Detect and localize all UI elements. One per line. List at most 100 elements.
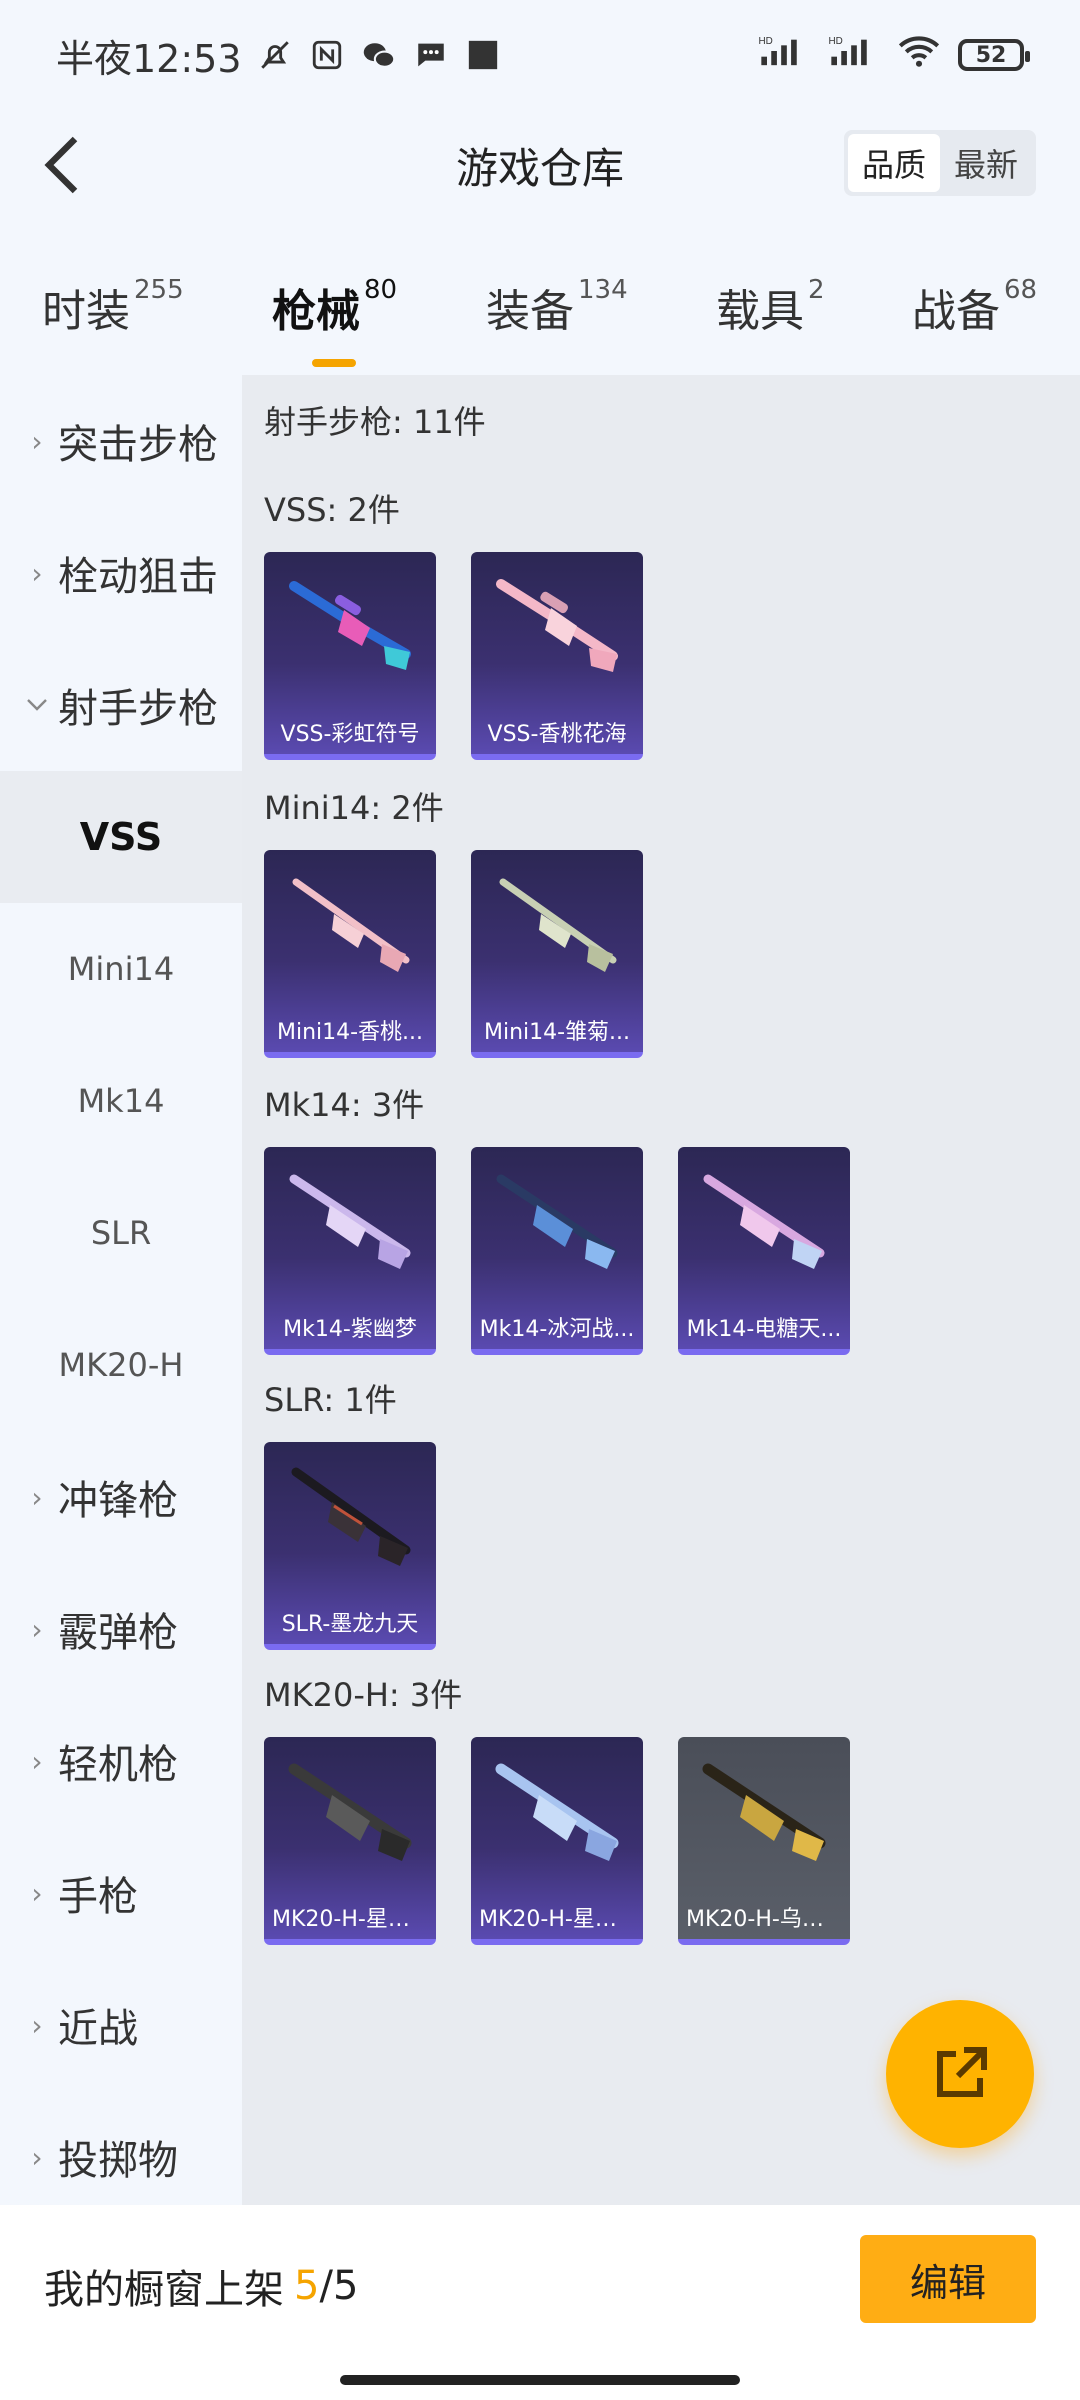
wechat-icon <box>360 36 398 74</box>
rifle-icon <box>496 579 618 672</box>
tab-vehicles[interactable]: 载具 2 <box>716 275 825 339</box>
sidebar-sub-mini14[interactable]: Mini14 <box>0 903 242 1035</box>
page-title: 游戏仓库 <box>455 143 624 193</box>
status-bar: 半夜12:53 HD HD 52 <box>0 0 1080 110</box>
group-title-mini14: Mini14: 2件 <box>264 789 444 827</box>
sidebar-item-bolt-sniper[interactable]: › 栓动狙击 <box>0 507 242 639</box>
svg-text:HD: HD <box>759 36 773 47</box>
tab-fashion[interactable]: 时装 255 <box>42 275 184 339</box>
skin-card[interactable]: SLR-墨龙九天 <box>264 1442 436 1650</box>
chevron-right-icon: › <box>31 2008 43 2042</box>
showcase-current-count: 5 <box>294 2263 320 2309</box>
sidebar-item-label: 霰弹枪 <box>58 1610 178 1656</box>
skin-card[interactable]: VSS-彩虹符号 <box>264 552 436 760</box>
sidebar-item-marksman-rifle[interactable]: 射手步枪 <box>0 639 242 771</box>
tab-guns[interactable]: 枪械 80 <box>272 275 397 367</box>
sidebar-sub-slr[interactable]: SLR <box>0 1167 242 1299</box>
sidebar-item-melee[interactable]: › 近战 <box>0 1959 242 2091</box>
chevron-right-icon: › <box>31 1744 43 1778</box>
signal-hd-icon: HD <box>758 33 810 77</box>
chevron-right-icon: › <box>31 1612 43 1646</box>
rifle-icon <box>289 581 411 670</box>
chevron-right-icon: › <box>31 1480 43 1514</box>
skin-card[interactable]: Mk14-电糖天... <box>678 1147 850 1355</box>
sidebar-item-shotgun[interactable]: › 霰弹枪 <box>0 1563 242 1695</box>
nfc-icon <box>308 36 346 74</box>
chevron-right-icon: › <box>31 1876 43 1910</box>
category-summary: 射手步枪: 11件 <box>264 403 486 441</box>
sidebar-sub-mk20h[interactable]: MK20-H <box>0 1299 242 1431</box>
skin-card[interactable]: MK20-H-乌木... <box>678 1737 850 1945</box>
tab-label: 装备 <box>486 286 574 337</box>
sidebar-item-label: 手枪 <box>58 1874 138 1920</box>
sidebar-item-pistol[interactable]: › 手枪 <box>0 1827 242 1959</box>
sidebar-sub-vss[interactable]: VSS <box>0 771 242 903</box>
sidebar-item-throwable[interactable]: › 投掷物 <box>0 2091 242 2223</box>
status-left: 半夜12:53 <box>56 28 502 83</box>
app-square-icon <box>464 36 502 74</box>
skin-card[interactable]: VSS-香桃花海 <box>471 552 643 760</box>
group-title-mk14: Mk14: 3件 <box>264 1086 425 1124</box>
share-icon <box>937 2047 987 2097</box>
skin-name: VSS-彩虹符号 <box>280 722 420 747</box>
skin-name: MK20-H-乌木... <box>686 1907 845 1932</box>
skin-card[interactable]: Mk14-紫幽梦 <box>264 1147 436 1355</box>
skin-name: Mk14-紫幽梦 <box>283 1317 417 1342</box>
showcase-separator: / <box>319 2263 333 2309</box>
skin-card[interactable]: Mk14-冰河战... <box>471 1147 643 1355</box>
sidebar-item-label: 冲锋枪 <box>58 1478 178 1524</box>
skin-card[interactable]: MK20-H-星梦... <box>471 1737 643 1945</box>
svg-text:HD: HD <box>829 36 843 47</box>
group-title-slr: SLR: 1件 <box>264 1381 397 1419</box>
skin-name: Mini14-香桃... <box>276 1020 424 1045</box>
chevron-right-icon: › <box>31 556 43 590</box>
tab-label: 时装 <box>42 286 130 337</box>
chevron-right-icon: › <box>31 424 43 458</box>
group-title-vss: VSS: 2件 <box>264 491 400 529</box>
showcase-label: 我的橱窗上架 <box>44 2267 284 2313</box>
sort-toggle: 品质 最新 <box>843 130 1036 196</box>
rifle-icon <box>702 1763 826 1861</box>
sidebar-item-label: 突击步枪 <box>58 422 218 468</box>
sidebar-item-assault-rifle[interactable]: › 突击步枪 <box>0 375 242 507</box>
sidebar-item-label: 射手步枪 <box>58 686 218 732</box>
tab-count: 255 <box>134 275 184 305</box>
weapon-type-sidebar: › 突击步枪 › 栓动狙击 射手步枪 VSS Mini14 Mk14 SLR M… <box>0 375 242 2205</box>
sidebar-item-label: 轻机枪 <box>58 1742 178 1788</box>
tab-count: 2 <box>808 275 825 305</box>
sidebar-sub-mk14[interactable]: Mk14 <box>0 1035 242 1167</box>
back-button[interactable] <box>28 132 94 198</box>
skin-card[interactable]: Mini14-雏菊... <box>471 850 643 1058</box>
message-icon <box>412 36 450 74</box>
skin-name: VSS-香桃花海 <box>487 722 627 747</box>
share-button[interactable] <box>886 2000 1034 2148</box>
rifle-icon <box>499 878 617 972</box>
sidebar-item-smg[interactable]: › 冲锋枪 <box>0 1431 242 1563</box>
skin-card[interactable]: Mini14-香桃... <box>264 850 436 1058</box>
header: 游戏仓库 品质 最新 <box>0 110 1080 220</box>
home-indicator[interactable] <box>340 2375 740 2385</box>
edit-button[interactable]: 编辑 <box>860 2235 1036 2323</box>
sidebar-item-label: 栓动狙击 <box>58 554 218 600</box>
chevron-down-icon <box>22 698 52 712</box>
rifle-icon <box>291 1467 411 1566</box>
rifle-icon <box>703 1174 825 1269</box>
showcase-total-count: 5 <box>332 2263 359 2309</box>
tab-label: 载具 <box>716 286 804 337</box>
skin-name: Mini14-雏菊... <box>483 1020 631 1045</box>
sidebar-item-lmg[interactable]: › 轻机枪 <box>0 1695 242 1827</box>
battery-indicator: 52 <box>958 39 1030 71</box>
rifle-icon <box>495 1763 619 1861</box>
chevron-right-icon: › <box>31 2140 43 2174</box>
rifle-icon <box>288 1763 412 1861</box>
tab-equipment[interactable]: 装备 134 <box>486 275 628 339</box>
sidebar-item-label: 投掷物 <box>58 2138 178 2184</box>
sort-quality-button[interactable]: 品质 <box>847 134 940 192</box>
rifle-icon <box>292 878 410 972</box>
sort-newest-button[interactable]: 最新 <box>940 134 1032 192</box>
tab-combat-gear[interactable]: 战备 68 <box>912 275 1037 339</box>
skin-card[interactable]: MK20-H-星途... <box>264 1737 436 1945</box>
tab-count: 134 <box>578 275 628 305</box>
status-right: HD HD 52 <box>758 33 1030 77</box>
mute-bell-icon <box>256 36 294 74</box>
